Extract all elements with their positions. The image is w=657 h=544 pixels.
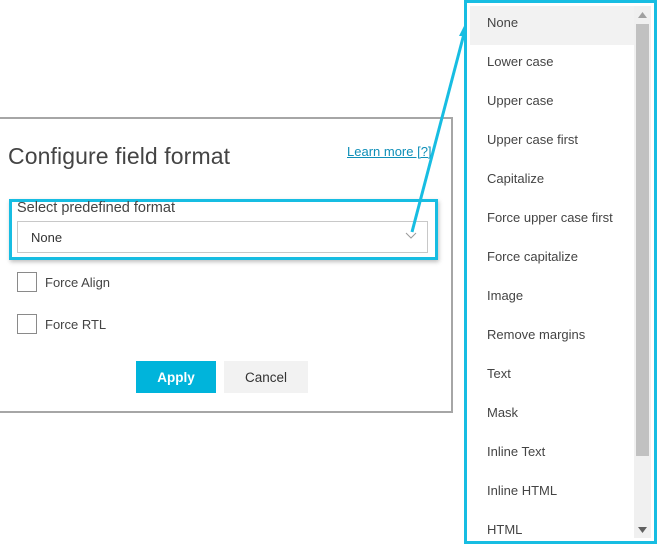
chevron-down-icon	[405, 232, 417, 239]
select-predefined-format-label: Select predefined format	[17, 200, 175, 216]
dropdown-option-inline-text[interactable]: Inline Text	[470, 435, 634, 474]
force-rtl-label: Force RTL	[45, 316, 107, 332]
dropdown-option-force-capitalize[interactable]: Force capitalize	[470, 240, 634, 279]
format-dropdown-list[interactable]: None Lower case Upper case Upper case first…	[464, 0, 657, 544]
dropdown-option-inline-html[interactable]: Inline HTML	[470, 474, 634, 513]
dropdown-option-image[interactable]: Image	[470, 279, 634, 318]
dropdown-option-none[interactable]: None	[470, 6, 634, 45]
force-rtl-checkbox[interactable]	[17, 314, 37, 334]
force-align-checkbox-row[interactable]: Force Align	[17, 272, 110, 292]
dropdown-option-force-upper-case-first[interactable]: Force upper case first	[470, 201, 634, 240]
dropdown-option-capitalize[interactable]: Capitalize	[470, 162, 634, 201]
cancel-button[interactable]: Cancel	[224, 361, 308, 393]
configure-field-format-panel: Configure field format Learn more [?] Se…	[0, 117, 453, 413]
force-align-label: Force Align	[45, 274, 111, 290]
force-align-checkbox[interactable]	[17, 272, 37, 292]
scroll-up-arrow-icon[interactable]	[634, 6, 651, 23]
apply-button[interactable]: Apply	[136, 361, 216, 393]
dropdown-option-mask[interactable]: Mask	[470, 396, 634, 435]
scroll-down-arrow-icon[interactable]	[634, 521, 651, 538]
dropdown-option-html[interactable]: HTML	[470, 513, 634, 541]
learn-more-link[interactable]: Learn more [?]	[347, 144, 432, 159]
dropdown-option-upper-case[interactable]: Upper case	[470, 84, 634, 123]
scrollbar-thumb[interactable]	[636, 24, 649, 456]
panel-title: Configure field format	[8, 143, 231, 169]
dropdown-option-remove-margins[interactable]: Remove margins	[470, 318, 634, 357]
dropdown-option-upper-case-first[interactable]: Upper case first	[470, 123, 634, 162]
dropdown-option-lower-case[interactable]: Lower case	[470, 45, 634, 84]
dropdown-items: None Lower case Upper case Upper case first…	[470, 6, 634, 538]
scrollbar[interactable]	[634, 6, 651, 538]
predefined-format-select[interactable]: None	[17, 221, 428, 253]
dropdown-option-text[interactable]: Text	[470, 357, 634, 396]
force-rtl-checkbox-row[interactable]: Force RTL	[17, 314, 106, 334]
select-current-value: None	[31, 230, 63, 245]
